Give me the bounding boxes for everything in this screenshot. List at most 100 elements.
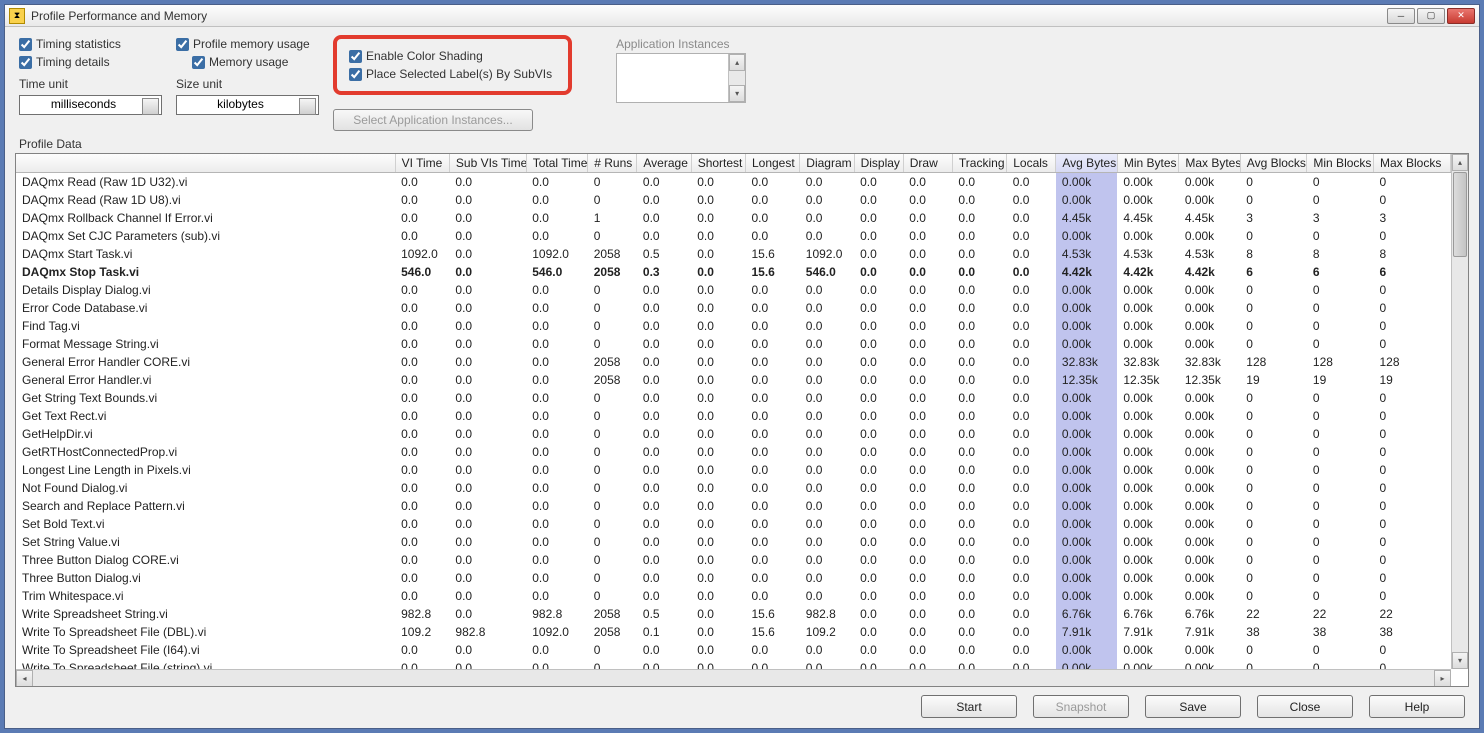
close-button[interactable]: Close <box>1257 695 1353 718</box>
column-header[interactable]: Longest <box>745 154 799 173</box>
minimize-button[interactable]: ─ <box>1387 8 1415 24</box>
data-cell: 0 <box>588 641 637 659</box>
scroll-right-icon[interactable]: ▸ <box>1434 670 1451 687</box>
data-cell: 0.0 <box>449 587 526 605</box>
column-header[interactable]: Average <box>637 154 691 173</box>
table-row[interactable]: Set String Value.vi0.00.00.000.00.00.00.… <box>16 533 1451 551</box>
data-cell: 0.0 <box>903 551 952 569</box>
titlebar[interactable]: ⧗ Profile Performance and Memory ─ ▢ ✕ <box>5 5 1479 27</box>
scroll-down-icon[interactable]: ▾ <box>729 85 745 102</box>
place-labels-checkbox[interactable]: Place Selected Label(s) By SubVIs <box>349 67 552 81</box>
table-row[interactable]: Three Button Dialog.vi0.00.00.000.00.00.… <box>16 569 1451 587</box>
data-cell: 0.00k <box>1117 497 1178 515</box>
table-row[interactable]: Write To Spreadsheet File (I64).vi0.00.0… <box>16 641 1451 659</box>
table-row[interactable]: Write To Spreadsheet File (string).vi0.0… <box>16 659 1451 670</box>
data-cell: 0.0 <box>526 335 587 353</box>
timing-statistics-checkbox[interactable]: Timing statistics <box>19 37 162 51</box>
table-row[interactable]: DAQmx Start Task.vi1092.00.01092.020580.… <box>16 245 1451 263</box>
data-cell: 0 <box>1307 497 1374 515</box>
memory-usage-checkbox[interactable]: Memory usage <box>192 55 319 69</box>
app-instances-listbox[interactable]: ▴ ▾ <box>616 53 746 103</box>
table-row[interactable]: Not Found Dialog.vi0.00.00.000.00.00.00.… <box>16 479 1451 497</box>
data-cell: 0.00k <box>1179 191 1240 209</box>
data-cell: 0.0 <box>449 389 526 407</box>
data-cell: 0.0 <box>526 371 587 389</box>
table-row[interactable]: Get Text Rect.vi0.00.00.000.00.00.00.00.… <box>16 407 1451 425</box>
table-row[interactable]: DAQmx Read (Raw 1D U8).vi0.00.00.000.00.… <box>16 191 1451 209</box>
save-button[interactable]: Save <box>1145 695 1241 718</box>
table-row[interactable]: Search and Replace Pattern.vi0.00.00.000… <box>16 497 1451 515</box>
table-row[interactable]: Details Display Dialog.vi0.00.00.000.00.… <box>16 281 1451 299</box>
profile-memory-checkbox[interactable]: Profile memory usage <box>176 37 319 51</box>
column-header[interactable] <box>16 154 395 173</box>
data-cell: 0 <box>588 533 637 551</box>
table-row[interactable]: Longest Line Length in Pixels.vi0.00.00.… <box>16 461 1451 479</box>
help-button[interactable]: Help <box>1369 695 1465 718</box>
scroll-down-icon[interactable]: ▾ <box>1452 652 1468 669</box>
time-unit-select[interactable]: milliseconds <box>19 95 162 115</box>
table-row[interactable]: Write To Spreadsheet File (DBL).vi109.29… <box>16 623 1451 641</box>
column-header[interactable]: Total Time <box>526 154 587 173</box>
table-row[interactable]: Set Bold Text.vi0.00.00.000.00.00.00.00.… <box>16 515 1451 533</box>
data-cell: 22 <box>1240 605 1307 623</box>
snapshot-button[interactable]: Snapshot <box>1033 695 1129 718</box>
scroll-left-icon[interactable]: ◂ <box>16 670 33 687</box>
data-cell: 0.0 <box>1007 173 1056 191</box>
column-header[interactable]: Sub VIs Time <box>449 154 526 173</box>
scroll-up-icon[interactable]: ▴ <box>1452 154 1468 171</box>
select-app-instances-button[interactable]: Select Application Instances... <box>333 109 533 131</box>
data-cell: 0 <box>588 569 637 587</box>
column-header[interactable]: VI Time <box>395 154 449 173</box>
data-cell: 0.00k <box>1056 515 1117 533</box>
listbox-scrollbar[interactable]: ▴ ▾ <box>728 54 745 102</box>
timing-details-checkbox[interactable]: Timing details <box>19 55 162 69</box>
column-header[interactable]: Display <box>854 154 903 173</box>
table-row[interactable]: DAQmx Read (Raw 1D U32).vi0.00.00.000.00… <box>16 173 1451 191</box>
table-row[interactable]: General Error Handler.vi0.00.00.020580.0… <box>16 371 1451 389</box>
column-header[interactable]: Avg Bytes <box>1056 154 1117 173</box>
scroll-up-icon[interactable]: ▴ <box>729 54 745 71</box>
data-cell: 0.00k <box>1179 515 1240 533</box>
column-header[interactable]: Avg Blocks <box>1240 154 1307 173</box>
scroll-thumb[interactable] <box>1453 172 1467 257</box>
table-row[interactable]: Get String Text Bounds.vi0.00.00.000.00.… <box>16 389 1451 407</box>
table-row[interactable]: DAQmx Set CJC Parameters (sub).vi0.00.00… <box>16 227 1451 245</box>
profile-table[interactable]: VI TimeSub VIs TimeTotal Time# RunsAvera… <box>16 154 1451 669</box>
table-row[interactable]: Find Tag.vi0.00.00.000.00.00.00.00.00.00… <box>16 317 1451 335</box>
data-cell: 0.0 <box>903 605 952 623</box>
column-header[interactable]: Draw <box>903 154 952 173</box>
table-row[interactable]: DAQmx Stop Task.vi546.00.0546.020580.30.… <box>16 263 1451 281</box>
close-button[interactable]: ✕ <box>1447 8 1475 24</box>
horizontal-scrollbar[interactable]: ◂ ▸ <box>16 669 1451 686</box>
table-row[interactable]: Trim Whitespace.vi0.00.00.000.00.00.00.0… <box>16 587 1451 605</box>
column-header[interactable]: Min Bytes <box>1117 154 1178 173</box>
size-unit-select[interactable]: kilobytes <box>176 95 319 115</box>
column-header[interactable]: Diagram <box>800 154 854 173</box>
data-cell: 0.0 <box>854 551 903 569</box>
column-header[interactable]: Max Bytes <box>1179 154 1240 173</box>
column-header[interactable]: # Runs <box>588 154 637 173</box>
table-row[interactable]: DAQmx Rollback Channel If Error.vi0.00.0… <box>16 209 1451 227</box>
table-row[interactable]: Format Message String.vi0.00.00.000.00.0… <box>16 335 1451 353</box>
data-cell: 0.00k <box>1056 425 1117 443</box>
column-header[interactable]: Locals <box>1007 154 1056 173</box>
vertical-scrollbar[interactable]: ▴ ▾ <box>1451 154 1468 669</box>
table-row[interactable]: Write Spreadsheet String.vi982.80.0982.8… <box>16 605 1451 623</box>
table-row[interactable]: Three Button Dialog CORE.vi0.00.00.000.0… <box>16 551 1451 569</box>
table-row[interactable]: GetRTHostConnectedProp.vi0.00.00.000.00.… <box>16 443 1451 461</box>
start-button[interactable]: Start <box>921 695 1017 718</box>
enable-color-shading-checkbox[interactable]: Enable Color Shading <box>349 49 552 63</box>
data-cell: 0.0 <box>903 533 952 551</box>
column-header[interactable]: Shortest <box>691 154 745 173</box>
column-header[interactable]: Max Blocks <box>1373 154 1450 173</box>
table-row[interactable]: GetHelpDir.vi0.00.00.000.00.00.00.00.00.… <box>16 425 1451 443</box>
data-cell: 0.0 <box>800 641 854 659</box>
column-header[interactable]: Min Blocks <box>1307 154 1374 173</box>
table-row[interactable]: Error Code Database.vi0.00.00.000.00.00.… <box>16 299 1451 317</box>
maximize-button[interactable]: ▢ <box>1417 8 1445 24</box>
data-cell: 0.0 <box>800 191 854 209</box>
data-cell: 0 <box>1307 191 1374 209</box>
column-header[interactable]: Tracking <box>952 154 1006 173</box>
data-cell: 0 <box>1240 299 1307 317</box>
table-row[interactable]: General Error Handler CORE.vi0.00.00.020… <box>16 353 1451 371</box>
